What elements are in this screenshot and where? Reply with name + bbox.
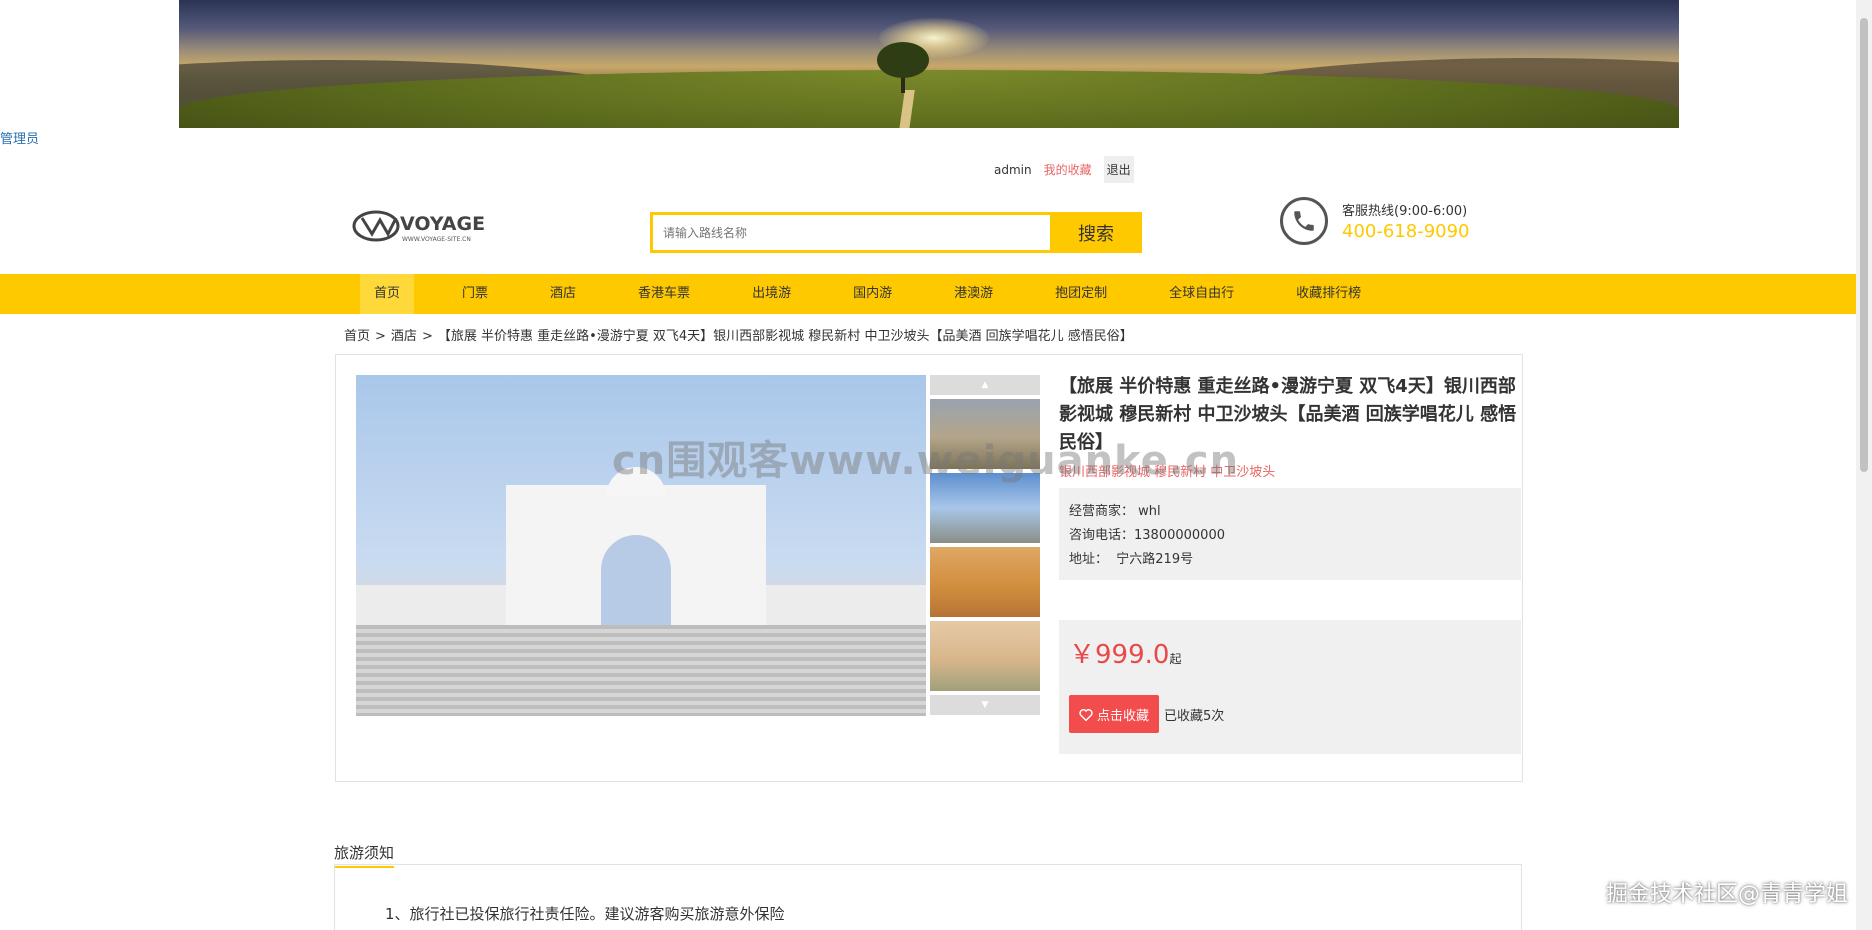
phone-icon — [1280, 197, 1328, 245]
merchant-phone: 13800000000 — [1134, 528, 1225, 543]
corner-watermark: 掘金技术社区@青青学姐 — [1605, 882, 1848, 907]
my-favorites-link[interactable]: 我的收藏 — [1044, 161, 1092, 178]
site-logo[interactable]: VOYAGE WWW.VOYAGE-SITE.CN — [350, 204, 526, 246]
breadcrumb-category[interactable]: 酒店 — [391, 329, 417, 344]
nav-item-domestic[interactable]: 国内游 — [839, 274, 906, 314]
favorite-count: 已收藏5次 — [1164, 708, 1225, 724]
thumbnail-4[interactable] — [930, 621, 1040, 691]
admin-link[interactable]: 管理员 — [0, 128, 39, 147]
merchant-address: 宁六路219号 — [1116, 552, 1194, 567]
main-nav: 首页 门票 酒店 香港车票 出境游 国内游 港澳游 抱团定制 全球自由行 收藏排… — [0, 274, 1856, 314]
chevron-up-icon[interactable]: ▲ — [930, 375, 1040, 395]
merchant-info: 经营商家： whl 咨询电话：13800000000 地址： 宁六路219号 — [1059, 488, 1521, 580]
nav-item-favorites-rank[interactable]: 收藏排行榜 — [1282, 274, 1375, 314]
thumbnail-gallery: ▲ ▼ — [930, 375, 1040, 716]
thumbnail-3[interactable] — [930, 547, 1040, 617]
page-scrollbar[interactable] — [1856, 0, 1872, 930]
search-button[interactable]: 搜索 — [1050, 212, 1142, 253]
nav-item-hk-bus[interactable]: 香港车票 — [624, 274, 704, 314]
nav-item-hk-macau[interactable]: 港澳游 — [940, 274, 1007, 314]
breadcrumb: 首页 > 酒店 > 【旅展 半价特惠 重走丝路•漫游宁夏 双飞4天】银川西部影视城 穆民… — [344, 329, 1133, 344]
heart-icon — [1079, 708, 1093, 721]
logo-text: VOYAGE — [400, 213, 485, 235]
header-banner — [179, 0, 1679, 128]
logo-subtext: WWW.VOYAGE-SITE.CN — [402, 236, 471, 243]
customer-hotline: 客服热线(9:00-6:00) 400-618-9090 — [1280, 197, 1470, 245]
price-box: ￥999.0起 点击收藏 已收藏5次 — [1059, 620, 1521, 754]
notice-item: 1、旅行社已投保旅行社责任险。建议游客购买旅游意外保险 — [385, 905, 785, 923]
nav-item-hotel[interactable]: 酒店 — [536, 274, 590, 314]
breadcrumb-home[interactable]: 首页 — [344, 329, 370, 344]
center-watermark: cn围观客www.weiguanke.cn — [612, 438, 1240, 484]
nav-item-tickets[interactable]: 门票 — [448, 274, 502, 314]
merchant-name: whl — [1138, 504, 1161, 519]
nav-item-global-free[interactable]: 全球自由行 — [1155, 274, 1248, 314]
scrollbar-thumb[interactable] — [1860, 18, 1868, 472]
travel-notice-box: 1、旅行社已投保旅行社责任险。建议游客购买旅游意外保险 — [334, 864, 1522, 930]
product-detail: ▲ ▼ 【旅展 半价特惠 重走丝路•漫游宁夏 双飞4天】银川西部影视城 穆民新村… — [335, 354, 1523, 782]
nav-item-outbound[interactable]: 出境游 — [738, 274, 805, 314]
breadcrumb-current: 【旅展 半价特惠 重走丝路•漫游宁夏 双飞4天】银川西部影视城 穆民新村 中卫沙… — [437, 329, 1133, 344]
logout-link[interactable]: 退出 — [1103, 156, 1134, 183]
user-bar: admin 我的收藏 退出 — [994, 156, 1134, 183]
main-product-image — [356, 375, 926, 716]
chevron-down-icon[interactable]: ▼ — [930, 695, 1040, 715]
hotline-number: 400-618-9090 — [1342, 221, 1470, 242]
add-favorite-button[interactable]: 点击收藏 — [1069, 695, 1160, 733]
search-bar: 搜索 — [650, 212, 1142, 253]
hotline-label: 客服热线(9:00-6:00) — [1342, 204, 1468, 219]
username: admin — [994, 162, 1032, 177]
nav-item-group-custom[interactable]: 抱团定制 — [1041, 274, 1121, 314]
product-price: ￥999.0 — [1069, 640, 1170, 670]
search-input[interactable] — [650, 212, 1050, 253]
nav-item-home[interactable]: 首页 — [360, 274, 415, 314]
